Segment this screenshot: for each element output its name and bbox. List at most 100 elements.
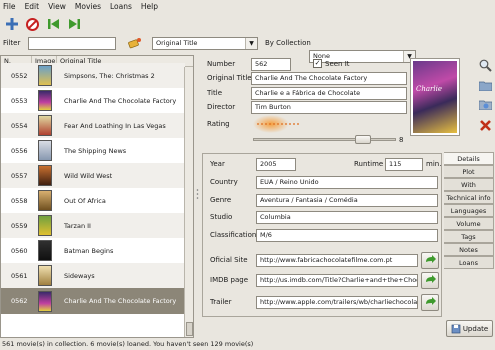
director-label: Director xyxy=(207,103,236,111)
runtime-unit: min. xyxy=(426,160,442,168)
poster-title-text: Charlie xyxy=(416,85,443,93)
amazon-poster-button[interactable] xyxy=(478,97,492,111)
tab-plot[interactable]: Plot xyxy=(444,165,494,178)
seen-it-checkbox[interactable]: ✓ xyxy=(313,59,322,68)
trailer-field[interactable]: http://www.apple.com/trailers/wb/charlie… xyxy=(256,296,418,309)
classification-field[interactable]: M/6 xyxy=(256,229,438,242)
list-item-selected[interactable]: 0562 Charlie And The Chocolate Factory xyxy=(1,288,185,314)
year-field[interactable]: 2005 xyxy=(256,158,296,171)
tab-tags[interactable]: Tags xyxy=(444,230,494,243)
list-item[interactable]: 0553 Charlie And The Chocolate Factory xyxy=(1,88,185,113)
list-item[interactable]: 0556 The Shipping News xyxy=(1,138,185,163)
movie-title: Simpsons, The: Christmas 2 xyxy=(64,71,155,80)
pane-splitter[interactable] xyxy=(195,55,200,338)
movie-title: Batman Begins xyxy=(64,246,114,255)
movie-number: 0556 xyxy=(11,146,28,155)
list-item[interactable]: 0560 Batman Begins xyxy=(1,238,185,263)
movie-number: 0562 xyxy=(11,297,28,305)
movie-number: 0560 xyxy=(11,246,28,255)
remove-poster-button[interactable] xyxy=(478,118,492,132)
menu-loans[interactable]: Loans xyxy=(110,2,132,11)
clear-filter-button[interactable] xyxy=(128,37,142,50)
menu-edit[interactable]: Edit xyxy=(25,2,40,11)
rating-glow-icon xyxy=(253,115,301,133)
imdb-field[interactable]: http://us.imdb.com/Title?Charlie+and+the… xyxy=(256,274,418,287)
rating-slider-handle[interactable] xyxy=(355,135,371,144)
movie-thumbnail xyxy=(38,190,52,211)
tab-details[interactable]: Details xyxy=(444,152,494,165)
title-field[interactable]: Charlie e a Fábrica de Chocolate xyxy=(251,87,407,100)
open-trailer-button[interactable] xyxy=(421,294,439,311)
close-icon xyxy=(479,119,491,131)
search-poster-button[interactable] xyxy=(478,58,492,72)
open-poster-button[interactable] xyxy=(478,78,492,92)
last-movie-button[interactable] xyxy=(66,16,83,33)
skip-last-icon xyxy=(69,19,80,29)
title-label: Title xyxy=(207,89,223,97)
movie-number: 0553 xyxy=(11,96,28,105)
movie-title: Charlie And The Chocolate Factory xyxy=(64,297,177,305)
detail-tabs: Details Plot With Technical info Languag… xyxy=(444,152,494,269)
movie-thumbnail xyxy=(38,165,52,186)
no-entry-icon xyxy=(26,17,39,31)
list-item[interactable]: 0557 Wild Wild West xyxy=(1,163,185,188)
movie-number: 0558 xyxy=(11,196,28,205)
first-movie-button[interactable] xyxy=(45,16,62,33)
tab-loans[interactable]: Loans xyxy=(444,256,494,269)
tab-with[interactable]: With xyxy=(444,178,494,191)
chevron-down-icon: ▼ xyxy=(245,38,257,49)
movie-poster[interactable]: Charlie xyxy=(410,58,460,136)
list-scrollbar[interactable] xyxy=(184,67,193,337)
classification-label: Classification xyxy=(210,231,257,239)
list-item[interactable]: 0561 Sideways xyxy=(1,263,185,288)
menu-file[interactable]: File xyxy=(3,2,16,11)
movie-number: 0561 xyxy=(11,271,28,280)
number-label: Number xyxy=(207,60,236,68)
studio-label: Studio xyxy=(210,213,233,221)
filter-field-select[interactable]: Original Title ▼ xyxy=(152,37,258,50)
status-bar: 561 movie(s) in collection. 6 movie(s) l… xyxy=(2,340,254,348)
filter-input[interactable] xyxy=(28,37,116,50)
menu-bar: File Edit View Movies Loans Help xyxy=(0,0,495,13)
movie-thumbnail xyxy=(38,290,52,312)
list-item[interactable]: 0558 Out Of Africa xyxy=(1,188,185,213)
scrollbar-thumb[interactable] xyxy=(186,322,193,336)
tab-languages[interactable]: Languages xyxy=(444,204,494,217)
genre-label: Genre xyxy=(210,196,232,204)
delete-movie-button[interactable] xyxy=(24,16,41,33)
tab-notes[interactable]: Notes xyxy=(444,243,494,256)
movie-list[interactable]: N. Image Original Title 0552 Simpsons, T… xyxy=(0,55,194,338)
trailer-label: Trailer xyxy=(210,298,232,306)
menu-help[interactable]: Help xyxy=(141,2,158,11)
add-movie-button[interactable] xyxy=(3,16,20,33)
tab-volume[interactable]: Volume xyxy=(444,217,494,230)
update-button[interactable]: Update xyxy=(446,320,493,337)
menu-movies[interactable]: Movies xyxy=(75,2,101,11)
number-field[interactable]: 562 xyxy=(251,58,291,71)
official-site-field[interactable]: http://www.fabricachocolatefilme.com.pt xyxy=(256,254,418,267)
tab-technical-info[interactable]: Technical info xyxy=(444,191,494,204)
country-field[interactable]: EUA / Reino Unido xyxy=(256,176,438,189)
movie-thumbnail xyxy=(38,140,52,161)
movie-title: Charlie And The Chocolate Factory xyxy=(64,96,177,105)
movie-number: 0559 xyxy=(11,221,28,230)
imdb-label: IMDB page xyxy=(210,276,249,284)
open-site-button[interactable] xyxy=(421,252,439,269)
list-item[interactable]: 0552 Simpsons, The: Christmas 2 xyxy=(1,63,185,88)
go-arrow-icon xyxy=(425,297,436,305)
menu-view[interactable]: View xyxy=(48,2,66,11)
original-title-label: Original Title xyxy=(207,74,252,82)
genre-field[interactable]: Aventura / Fantasia / Comédia xyxy=(256,194,438,207)
rating-slider-track[interactable] xyxy=(253,138,396,141)
list-item[interactable]: 0559 Tarzan II xyxy=(1,213,185,238)
rating-value: 8 xyxy=(399,136,404,144)
movie-thumbnail xyxy=(38,115,52,136)
plus-icon xyxy=(5,18,18,30)
open-imdb-button[interactable] xyxy=(421,272,439,289)
studio-field[interactable]: Columbia xyxy=(256,211,438,224)
runtime-field[interactable]: 115 xyxy=(385,158,423,171)
rating-label: Rating xyxy=(207,120,230,128)
filter-label: Filter xyxy=(3,39,21,47)
list-item[interactable]: 0554 Fear And Loathing In Las Vegas xyxy=(1,113,185,138)
original-title-field[interactable]: Charlie And The Chocolate Factory xyxy=(251,72,407,85)
